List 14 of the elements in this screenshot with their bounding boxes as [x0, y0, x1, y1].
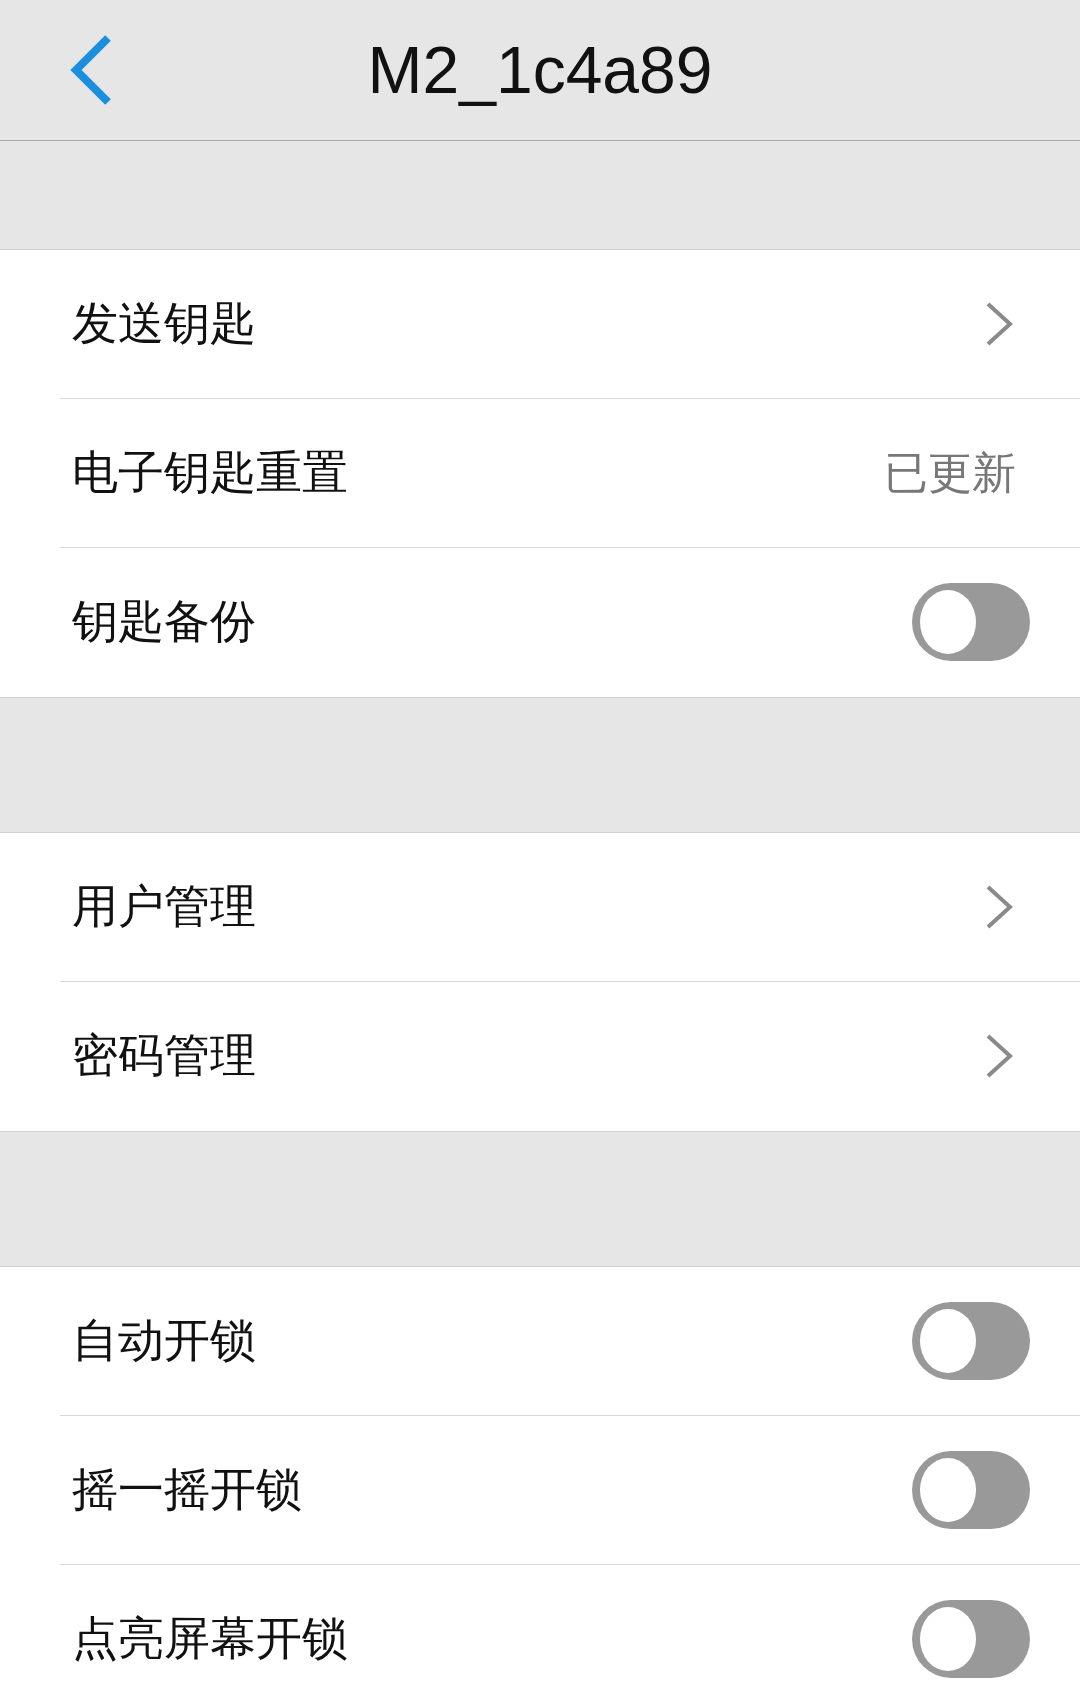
chevron-right-icon	[984, 300, 1014, 348]
menu-row[interactable]: 密码管理	[60, 982, 1080, 1131]
screen-title: M2_1c4a89	[367, 32, 713, 108]
setting-label: 摇一摇开锁	[72, 1461, 303, 1518]
setting-label: 发送钥匙	[72, 295, 257, 352]
setting-label: 密码管理	[72, 1027, 257, 1084]
setting-label: 钥匙备份	[72, 593, 257, 650]
setting-label: 用户管理	[72, 878, 257, 935]
setting-label: 电子钥匙重置	[72, 444, 349, 501]
status-value: 已更新	[884, 445, 1016, 500]
chevron-right-icon	[984, 1032, 1014, 1080]
setting-label: 点亮屏幕开锁	[72, 1610, 349, 1667]
setting-label: 自动开锁	[72, 1312, 257, 1369]
chevron-right-icon	[984, 883, 1014, 931]
